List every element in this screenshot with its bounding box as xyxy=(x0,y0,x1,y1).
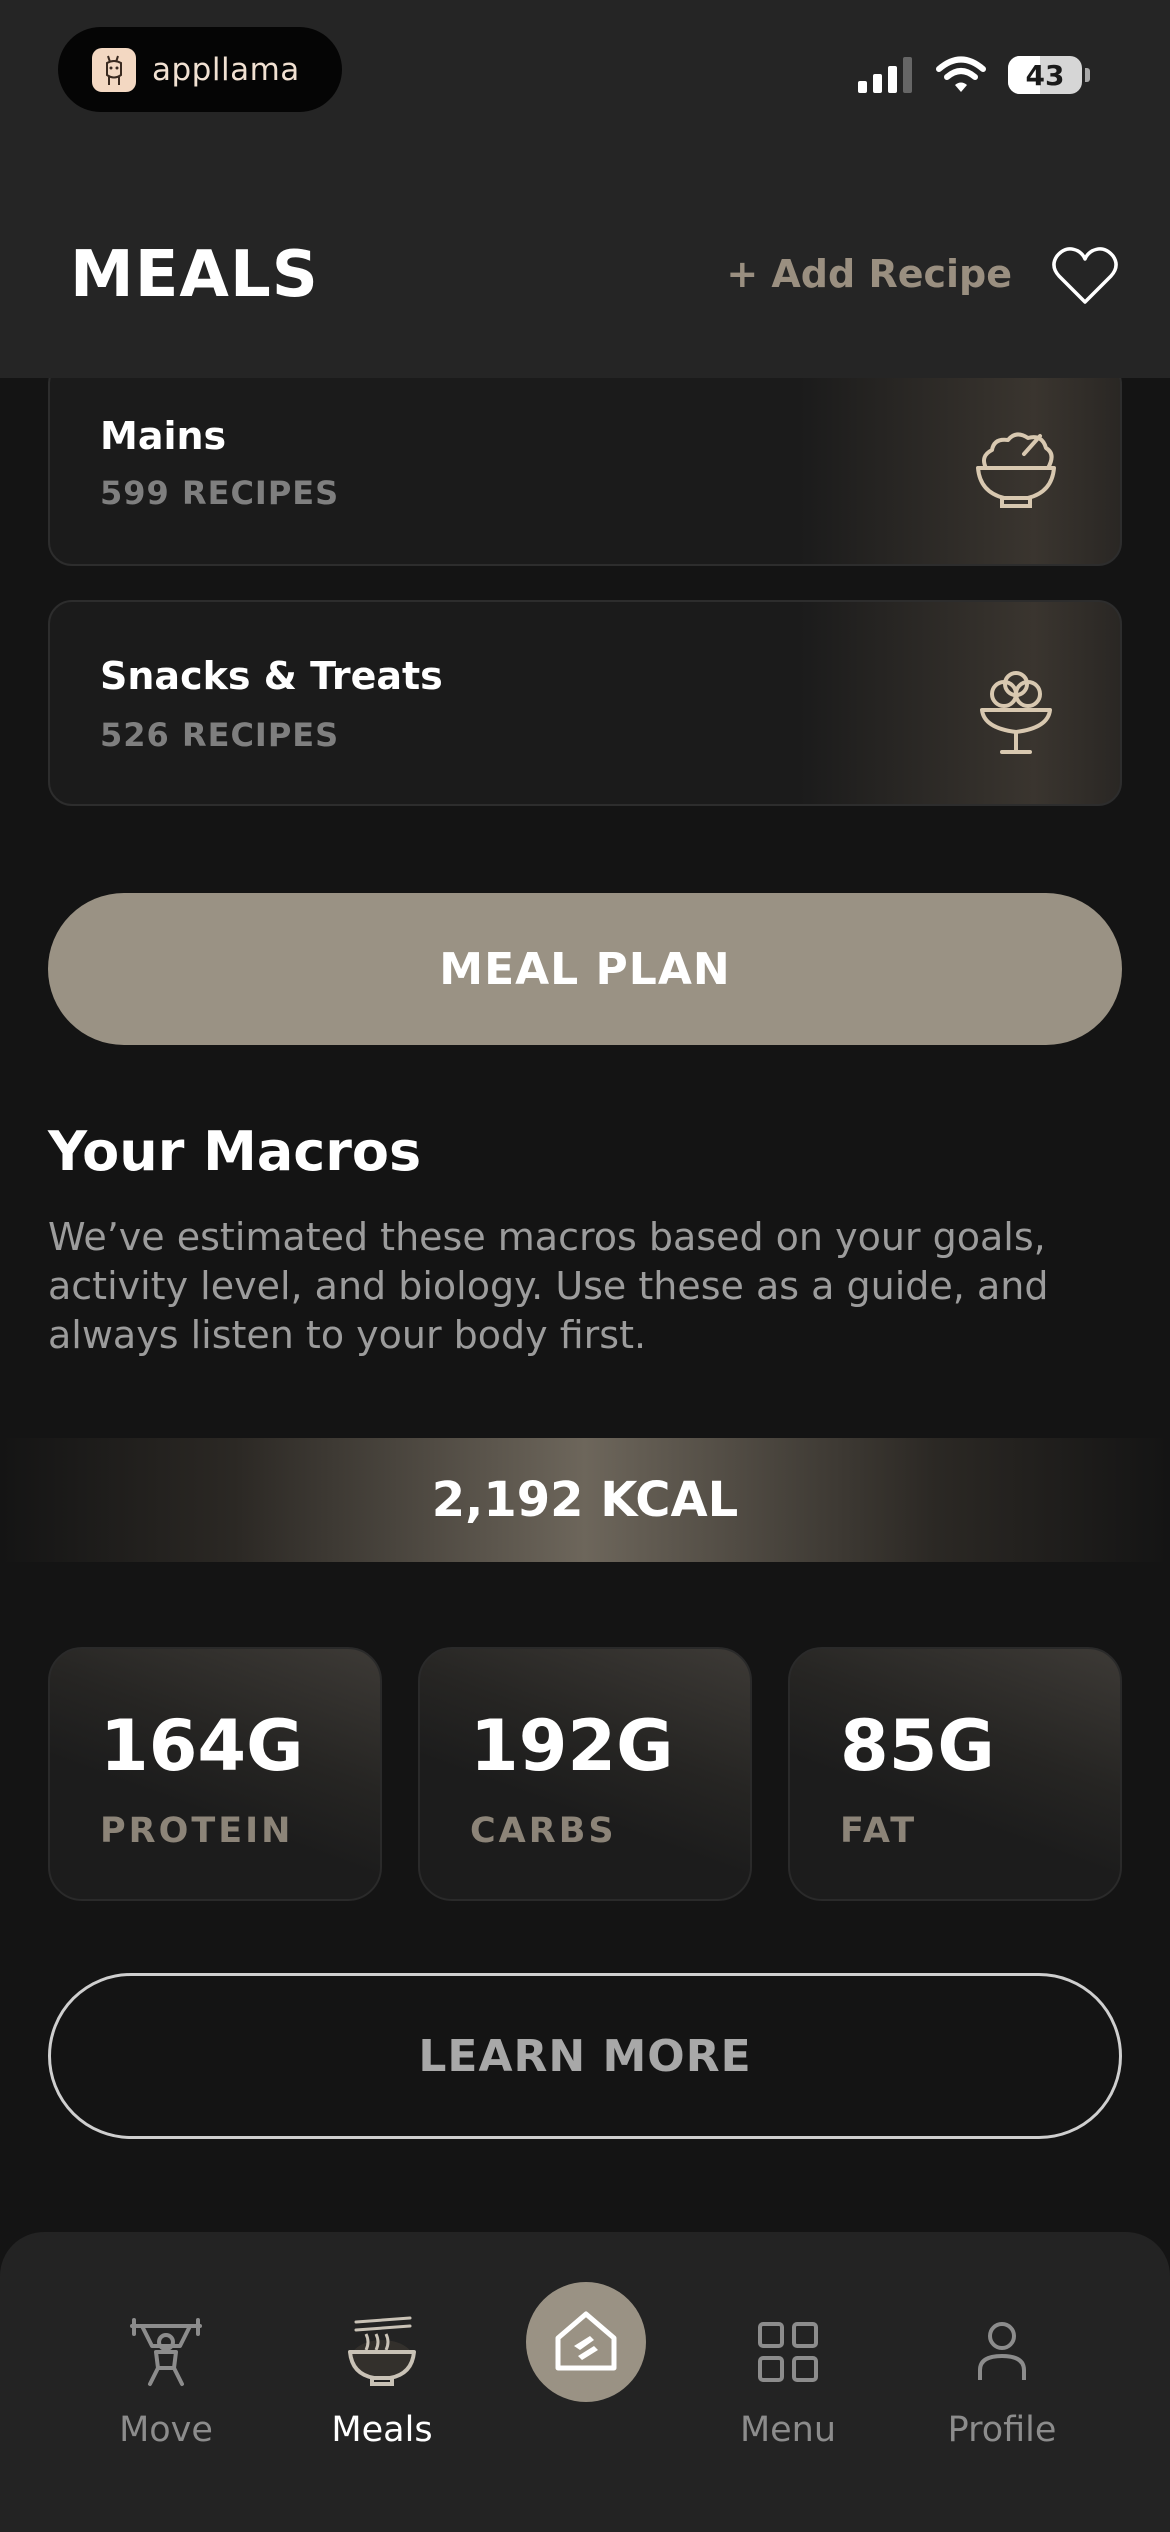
tab-label: Profile xyxy=(947,2410,1057,2450)
tab-menu[interactable]: Menu xyxy=(678,2232,898,2452)
macros-description: We’ve estimated these macros based on yo… xyxy=(48,1215,1049,1357)
ice-cream-icon xyxy=(980,671,1052,754)
page-title: MEALS xyxy=(70,238,319,312)
category-card-mains[interactable]: Mains 599 RECIPES xyxy=(48,360,1122,566)
tab-profile[interactable]: Profile xyxy=(892,2232,1112,2452)
cellular-signal-icon xyxy=(858,57,912,93)
learn-more-button[interactable]: LEARN MORE xyxy=(48,1973,1122,2139)
battery-percentage: 43 xyxy=(1025,58,1065,92)
category-recipe-count: 599 RECIPES xyxy=(100,474,340,512)
favorites-heart-icon[interactable] xyxy=(1050,240,1120,310)
app-name: appllama xyxy=(152,51,300,88)
category-recipe-count: 526 RECIPES xyxy=(100,716,340,754)
llama-logo-icon xyxy=(92,47,136,92)
macro-label: CARBS xyxy=(470,1811,617,1851)
macro-card-fat: 85G FAT xyxy=(788,1647,1122,1901)
salad-bowl-icon xyxy=(976,432,1056,508)
wifi-icon xyxy=(936,56,986,92)
home-logo-icon xyxy=(555,2311,617,2371)
kcal-total: 2,192 KCAL xyxy=(0,1438,1170,1562)
battery-icon: 43 xyxy=(1008,56,1082,94)
weightlifter-icon xyxy=(130,2318,202,2386)
category-card-snacks[interactable]: Snacks & Treats 526 RECIPES xyxy=(48,600,1122,806)
category-name: Snacks & Treats xyxy=(100,654,443,698)
macro-value: 192G xyxy=(470,1705,674,1787)
meal-plan-button[interactable]: MEAL PLAN xyxy=(48,893,1122,1045)
tab-label: Menu xyxy=(739,2410,837,2450)
tab-label: Move xyxy=(119,2410,213,2450)
macro-card-protein: 164G PROTEIN xyxy=(48,1647,382,1901)
tab-label: Meals xyxy=(331,2410,433,2450)
tab-meals[interactable]: Meals xyxy=(272,2232,492,2452)
noodle-bowl-icon xyxy=(348,2316,416,2386)
grid-icon xyxy=(758,2322,818,2382)
category-name: Mains xyxy=(100,414,227,458)
macro-value: 164G xyxy=(100,1705,304,1787)
app-indicator-pill[interactable]: appllama xyxy=(58,27,342,112)
person-icon xyxy=(978,2322,1026,2380)
macro-card-carbs: 192G CARBS xyxy=(418,1647,752,1901)
home-button[interactable] xyxy=(526,2282,646,2402)
macros-heading: Your Macros xyxy=(48,1120,422,1183)
macro-label: FAT xyxy=(840,1811,918,1851)
status-icons: 43 xyxy=(858,56,1090,94)
battery-indicator: 43 xyxy=(1008,56,1090,94)
macro-value: 85G xyxy=(840,1705,995,1787)
add-recipe-button[interactable]: + Add Recipe xyxy=(726,252,1012,296)
macro-label: PROTEIN xyxy=(100,1811,294,1851)
bottom-tab-bar: Move Meals Menu Profile xyxy=(0,2232,1170,2532)
top-header: appllama 43 MEALS + Add Recipe xyxy=(0,0,1170,378)
tab-move[interactable]: Move xyxy=(56,2232,276,2452)
